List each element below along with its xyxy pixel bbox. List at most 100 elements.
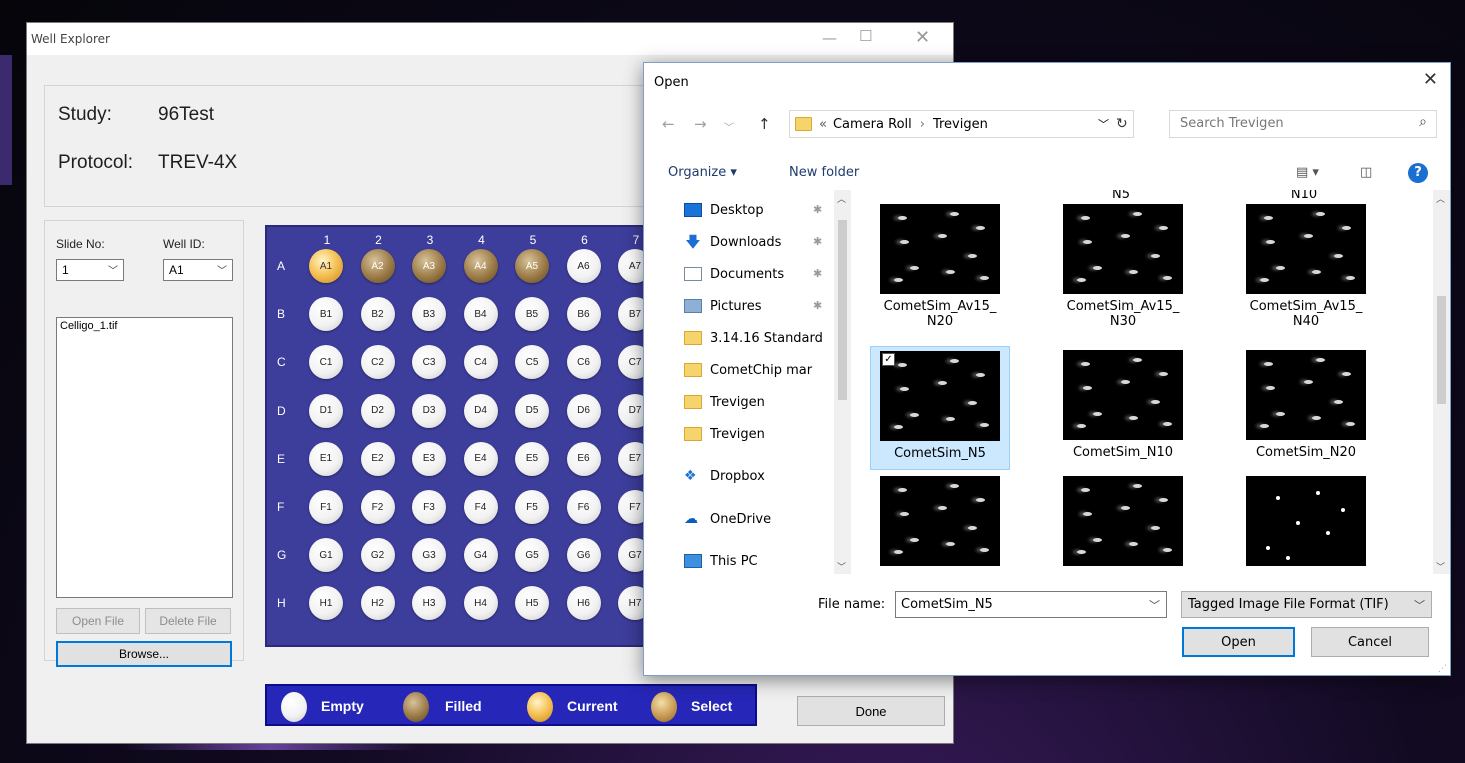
well-e5[interactable]: E5 [515, 441, 549, 476]
pin-icon[interactable]: ✱ [813, 267, 822, 280]
delete-file-button[interactable]: Delete File [145, 608, 231, 634]
well-a4[interactable]: A4 [463, 249, 498, 283]
well-c4[interactable]: C4 [463, 345, 498, 380]
nav-scrollbar[interactable]: ︿ ﹀ [834, 190, 851, 574]
file-tile[interactable]: CometSim_Av15_ N30 [1053, 204, 1193, 329]
well-a1[interactable]: A1 [309, 249, 343, 283]
view-options-icon[interactable]: ▤ ▾ [1296, 165, 1319, 180]
scroll-up-icon[interactable]: ︿ [837, 192, 846, 205]
well-d3[interactable]: D3 [412, 393, 446, 428]
refresh-icon[interactable]: ↻ [1116, 116, 1128, 132]
checkbox-icon[interactable]: ✓ [882, 353, 895, 366]
pin-icon[interactable]: ✱ [813, 235, 822, 248]
scroll-up-icon[interactable]: ︿ [1436, 192, 1445, 205]
organize-button[interactable]: Organize ▾ [668, 165, 737, 180]
chevron-down-icon[interactable]: ﹀ [1098, 116, 1109, 132]
well-d2[interactable]: D2 [360, 393, 395, 428]
nav-item[interactable]: Trevigen [684, 422, 765, 446]
address-bar[interactable]: « Camera Roll › Trevigen ﹀ ↻ [789, 110, 1134, 138]
file-list[interactable]: Celligo_1.tif [56, 317, 233, 598]
well-f1[interactable]: F1 [309, 490, 343, 524]
well-e6[interactable]: E6 [566, 441, 601, 476]
done-button[interactable]: Done [797, 696, 945, 726]
well-a3[interactable]: A3 [412, 249, 446, 283]
nav-item[interactable]: Documents [684, 262, 784, 286]
search-input[interactable]: Search Trevigen ⌕ [1169, 110, 1437, 138]
well-g4[interactable]: G4 [463, 538, 498, 573]
close-icon[interactable]: ✕ [1423, 69, 1438, 90]
well-f4[interactable]: F4 [463, 490, 498, 524]
chevron-down-icon[interactable]: ﹀ [1149, 597, 1160, 613]
file-tile[interactable]: CometSim_N20 [1236, 350, 1376, 460]
well-c1[interactable]: C1 [309, 345, 343, 380]
well-g3[interactable]: G3 [412, 538, 446, 573]
file-tile[interactable]: CometSim_Av15_ N40 [1236, 204, 1376, 329]
file-tile[interactable]: CometSim_N10 [1053, 350, 1193, 460]
forward-arrow-icon[interactable]: → [694, 115, 707, 133]
well-c3[interactable]: C3 [412, 345, 446, 380]
well-f3[interactable]: F3 [412, 490, 446, 524]
file-name-input[interactable]: CometSim_N5 ﹀ [895, 591, 1167, 618]
well-e1[interactable]: E1 [309, 441, 343, 476]
well-h5[interactable]: H5 [515, 586, 549, 621]
well-d4[interactable]: D4 [463, 393, 498, 428]
well-h3[interactable]: H3 [412, 586, 446, 621]
pin-icon[interactable]: ✱ [813, 203, 822, 216]
new-folder-button[interactable]: New folder [789, 165, 859, 180]
well-g5[interactable]: G5 [515, 538, 549, 573]
slide-no-select[interactable]: 1 ﹀ [56, 259, 124, 281]
well-f6[interactable]: F6 [566, 490, 601, 524]
well-b5[interactable]: B5 [515, 297, 549, 332]
well-a6[interactable]: A6 [566, 249, 601, 283]
well-g1[interactable]: G1 [309, 538, 343, 573]
well-e3[interactable]: E3 [412, 441, 446, 476]
file-tile[interactable] [870, 476, 1010, 566]
well-h1[interactable]: H1 [309, 586, 343, 621]
well-c6[interactable]: C6 [566, 345, 601, 380]
content-scrollbar[interactable]: ︿ ﹀ [1433, 190, 1450, 574]
well-h4[interactable]: H4 [463, 586, 498, 621]
well-f2[interactable]: F2 [360, 490, 395, 524]
recent-locations-chevron-icon[interactable]: ﹀ [724, 119, 734, 134]
minimize-icon[interactable]: — [822, 29, 837, 47]
content-scroll-thumb[interactable] [1437, 296, 1446, 404]
well-a5[interactable]: A5 [515, 249, 549, 283]
well-b6[interactable]: B6 [566, 297, 601, 332]
preview-pane-icon[interactable]: ◫ [1360, 165, 1372, 180]
well-d5[interactable]: D5 [515, 393, 549, 428]
back-arrow-icon[interactable]: ← [662, 115, 675, 133]
browse-button[interactable]: Browse... [56, 641, 232, 667]
well-b3[interactable]: B3 [412, 297, 446, 332]
scroll-down-icon[interactable]: ﹀ [837, 560, 846, 573]
scroll-down-icon[interactable]: ﹀ [1436, 560, 1445, 573]
file-tile[interactable] [1053, 476, 1193, 566]
breadcrumb-camera-roll[interactable]: Camera Roll [833, 117, 912, 132]
well-e4[interactable]: E4 [463, 441, 498, 476]
resize-grip-icon[interactable]: ⋰ [1438, 664, 1447, 674]
pin-icon[interactable]: ✱ [813, 299, 822, 312]
close-icon[interactable]: ✕ [915, 27, 930, 48]
well-a2[interactable]: A2 [360, 249, 395, 283]
well-g6[interactable]: G6 [566, 538, 601, 573]
well-g2[interactable]: G2 [360, 538, 395, 573]
well-c2[interactable]: C2 [360, 345, 395, 380]
file-type-select[interactable]: Tagged Image File Format (TIF) ﹀ [1181, 591, 1432, 618]
nav-scroll-thumb[interactable] [838, 220, 847, 400]
well-f5[interactable]: F5 [515, 490, 549, 524]
nav-item[interactable]: ☁ OneDrive [684, 507, 771, 531]
file-tile[interactable]: ✓ CometSim_N5 [870, 346, 1010, 470]
maximize-icon[interactable]: ☐ [859, 27, 872, 45]
well-b1[interactable]: B1 [309, 297, 343, 332]
well-b2[interactable]: B2 [360, 297, 395, 332]
list-item[interactable]: Celligo_1.tif [60, 320, 229, 332]
well-d6[interactable]: D6 [566, 393, 601, 428]
up-arrow-icon[interactable]: ↑ [758, 115, 771, 133]
open-button[interactable]: Open [1182, 627, 1295, 657]
nav-item[interactable]: CometChip mar [684, 358, 812, 382]
open-file-button[interactable]: Open File [56, 608, 140, 634]
nav-item[interactable]: Pictures [684, 294, 761, 318]
nav-item[interactable]: Desktop [684, 198, 764, 222]
file-tile[interactable]: CometSim_Av15_ N20 [870, 204, 1010, 329]
well-e2[interactable]: E2 [360, 441, 395, 476]
help-icon[interactable]: ? [1408, 163, 1428, 183]
